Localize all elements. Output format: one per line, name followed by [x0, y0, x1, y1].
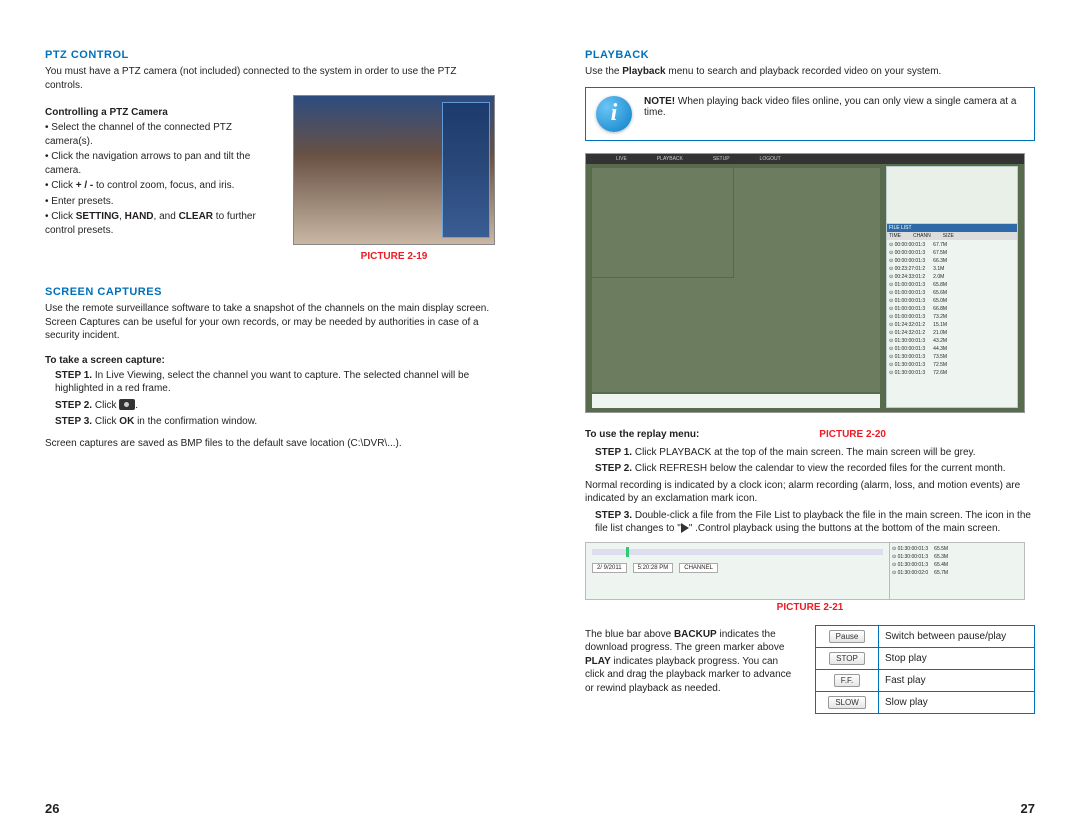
ptz-bullet: Select the channel of the connected PTZ … — [45, 121, 279, 148]
ptz-bullet: Click + / - to control zoom, focus, and … — [45, 179, 279, 193]
pause-button-icon: Pause — [829, 630, 866, 643]
ff-button-icon: F.F. — [834, 674, 860, 687]
slow-button-icon: SLOW — [828, 696, 866, 709]
ptz-bullet-list: Select the channel of the connected PTZ … — [45, 121, 279, 237]
ptz-heading: PTZ CONTROL — [45, 49, 495, 61]
sc-intro: Use the remote surveillance software to … — [45, 302, 495, 343]
play-icon — [681, 523, 689, 533]
info-icon: i — [596, 96, 632, 132]
picture-caption: PICTURE 2-21 — [777, 602, 844, 613]
ptz-subhead: Controlling a PTZ Camera — [45, 107, 279, 118]
picture-caption: PICTURE 2-20 — [819, 429, 886, 440]
picture-2-20-image: LIVEPLAYBACKSETUPLOGOUT FILE LIST TIMECH… — [585, 153, 1025, 413]
page-26: PTZ CONTROL You must have a PTZ camera (… — [0, 0, 540, 834]
pic220-file-list: ⊙ 00:00:00:01:367.7M⊙ 00:00:00:01:367.5M… — [887, 240, 1017, 407]
ptz-bullet: Enter presets. — [45, 195, 279, 209]
page-27: PLAYBACK Use the Playback menu to search… — [540, 0, 1080, 834]
pb-mid: Normal recording is indicated by a clock… — [585, 479, 1035, 506]
stop-button-icon: STOP — [829, 652, 865, 665]
screen-captures-heading: SCREEN CAPTURES — [45, 286, 495, 298]
ptz-bullet: Click the navigation arrows to pan and t… — [45, 150, 279, 177]
page-number: 27 — [1021, 801, 1035, 816]
playback-heading: PLAYBACK — [585, 49, 1035, 61]
picture-2-19-image — [293, 95, 495, 245]
pic221-side: ⊙ 01:30:00:01:365.5M⊙ 01:30:00:01:365.3M… — [889, 543, 1024, 599]
camera-icon — [119, 399, 135, 410]
pb-progress-para: The blue bar above BACKUP indicates the … — [585, 628, 795, 696]
note-box: i NOTE! When playing back video files on… — [585, 87, 1035, 141]
ptz-bullet: Click SETTING, HAND, and CLEAR to furthe… — [45, 210, 279, 237]
playback-legend-table: PauseSwitch between pause/play STOPStop … — [815, 625, 1035, 714]
pb-steps: STEP 1. Click PLAYBACK at the top of the… — [595, 446, 1035, 476]
page-number: 26 — [45, 801, 59, 816]
use-replay-head: To use the replay menu: — [585, 429, 699, 440]
sc-footer: Screen captures are saved as BMP files t… — [45, 437, 495, 451]
ptz-intro: You must have a PTZ camera (not included… — [45, 65, 495, 92]
sc-steps: STEP 1. In Live Viewing, select the chan… — [55, 369, 495, 429]
picture-2-21-image: 2/ 9/20115:20:28 PMCHANNEL ⊙ 01:30:00:01… — [585, 542, 1025, 600]
sc-subhead: To take a screen capture: — [45, 355, 495, 366]
pb-intro: Use the Playback menu to search and play… — [585, 65, 1035, 79]
picture-caption: PICTURE 2-19 — [361, 251, 428, 262]
